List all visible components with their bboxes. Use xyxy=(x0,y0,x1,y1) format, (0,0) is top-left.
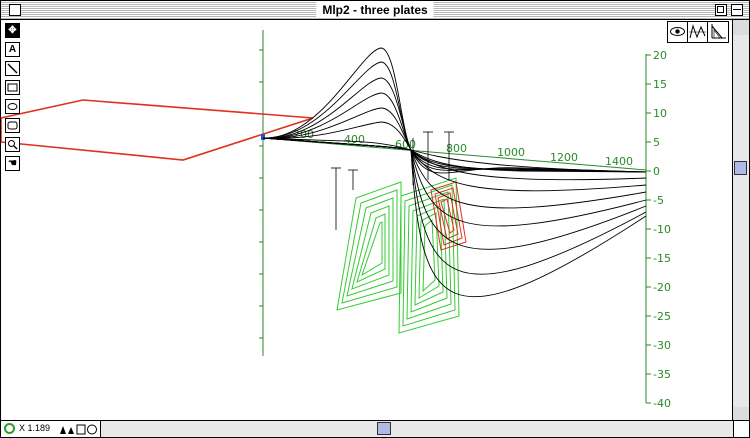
view-eye-button[interactable] xyxy=(668,22,688,42)
text-tool[interactable]: A xyxy=(5,42,20,57)
z-tick-label: 15 xyxy=(653,78,667,91)
wave-icon xyxy=(689,24,706,39)
x-tick-label: 1400 xyxy=(605,155,633,168)
hand-tool[interactable]: ☚ xyxy=(5,156,20,171)
app-window: Mlp2 - three plates 200 400 600 800 1000… xyxy=(0,0,750,438)
eye-icon xyxy=(670,27,685,36)
rectangle-icon xyxy=(7,83,18,92)
zoom-readout: X 1.189 xyxy=(19,423,51,433)
rounded-rect-icon xyxy=(7,121,18,130)
z-tick-label: -25 xyxy=(653,310,671,323)
z-tick-label: -20 xyxy=(653,281,671,294)
horizontal-scrollbar[interactable] xyxy=(100,421,733,437)
horizontal-scroll-thumb[interactable] xyxy=(377,422,391,435)
close-box[interactable] xyxy=(9,4,21,16)
view-buttons xyxy=(667,21,729,43)
response-curves xyxy=(262,47,647,298)
line-tool[interactable] xyxy=(5,61,20,76)
axes-icon xyxy=(711,24,726,39)
x-tick-label: 1200 xyxy=(550,151,578,164)
bottom-tool-icons xyxy=(60,424,97,435)
mountain-icon xyxy=(60,426,66,434)
oval-tool[interactable] xyxy=(5,99,20,114)
view-axes-button[interactable] xyxy=(708,22,728,42)
depth-axis xyxy=(259,30,264,356)
collapse-box[interactable] xyxy=(731,4,743,16)
x-tick-label: 1000 xyxy=(497,146,525,159)
magnifier-icon xyxy=(8,140,18,150)
pointer-tool[interactable]: ✥ xyxy=(5,23,20,38)
mountain-icon xyxy=(68,427,74,434)
view-wave-button[interactable] xyxy=(688,22,708,42)
oval-icon xyxy=(7,103,18,110)
z-axis-labels: 20 15 10 5 0 -5 -10 -15 -20 -25 -30 -35 … xyxy=(653,49,671,410)
z-tick-label: -15 xyxy=(653,252,671,265)
title-bar[interactable]: Mlp2 - three plates xyxy=(1,1,749,20)
pointer-icon: ✥ xyxy=(8,25,17,36)
line-icon xyxy=(7,63,18,74)
green-plate-2 xyxy=(398,177,460,334)
green-plate-1 xyxy=(336,181,402,311)
grid-icon xyxy=(76,424,86,435)
vertical-scroll-thumb[interactable] xyxy=(734,161,747,175)
rectangle-tool[interactable] xyxy=(5,80,20,95)
globe-icon xyxy=(87,424,97,435)
hand-icon: ☚ xyxy=(8,158,17,169)
zoom-tool[interactable] xyxy=(5,137,20,152)
status-bar: X 1.189 xyxy=(1,420,749,437)
window-title: Mlp2 - three plates xyxy=(316,2,434,18)
toolbox: ✥ A ☚ xyxy=(5,23,23,175)
z-axis xyxy=(645,54,651,404)
z-tick-label: -30 xyxy=(653,339,671,352)
scroll-up-arrow[interactable] xyxy=(733,20,749,35)
rounded-rect-tool[interactable] xyxy=(5,118,20,133)
plot-canvas[interactable]: 200 400 600 800 1000 1200 1400 20 15 10 … xyxy=(0,20,734,422)
z-tick-label: -40 xyxy=(653,397,671,410)
z-tick-label: -5 xyxy=(653,194,664,207)
resize-grip[interactable] xyxy=(733,421,749,437)
red-plate-left xyxy=(0,99,314,161)
zoom-box[interactable] xyxy=(715,4,727,16)
text-a-icon: A xyxy=(8,44,17,55)
z-tick-label: 10 xyxy=(653,107,667,120)
z-tick-label: -35 xyxy=(653,368,671,381)
x-axis-labels: 200 400 600 800 1000 1200 1400 xyxy=(293,128,633,168)
z-tick-label: -10 xyxy=(653,223,671,236)
target-icon xyxy=(4,423,15,434)
z-tick-label: 5 xyxy=(653,136,660,149)
vertical-scrollbar[interactable] xyxy=(732,20,749,422)
z-tick-label: 0 xyxy=(653,165,660,178)
z-tick-label: 20 xyxy=(653,49,667,62)
